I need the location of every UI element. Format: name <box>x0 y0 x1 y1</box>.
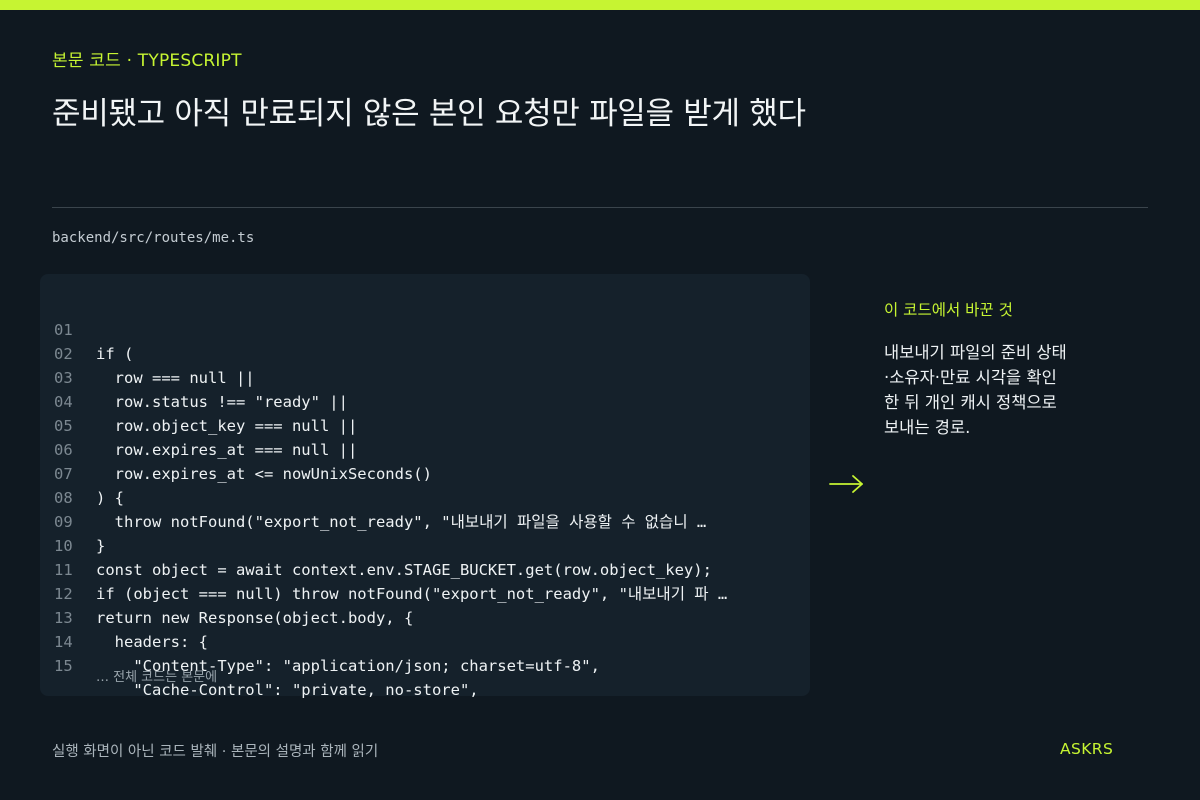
side-description-line: 한 뒤 개인 캐시 정책으로 <box>884 393 1057 412</box>
brand-logo-text: ASKRS <box>1060 740 1114 758</box>
line-number: 15 <box>54 657 73 675</box>
code-line: 14 "Content-Type": "application/json; ch… <box>40 606 810 675</box>
side-description-line: 보내는 경로. <box>884 418 971 437</box>
code-line: 10 const object = await context.env.STAG… <box>40 510 810 579</box>
code-line: 05 row.expires_at === null || <box>40 390 810 459</box>
code-line: 11 if (object === null) throw notFound("… <box>40 534 810 603</box>
code-line: 13 headers: { <box>40 582 810 651</box>
divider <box>52 207 1148 208</box>
code-line: 03 row.status !== "ready" || <box>40 342 810 411</box>
code-more-note: … 전체 코드는 본문에 <box>96 670 218 685</box>
side-description: 내보내기 파일의 준비 상태 ·소유자·만료 시각을 확인 한 뒤 개인 캐시 … <box>884 340 1124 440</box>
code-line: 09 } <box>40 486 810 555</box>
code-lines: 01 if ( 02 row === null || 03 row.status… <box>40 294 810 699</box>
section-eyebrow: 본문 코드 · TYPESCRIPT <box>52 51 242 71</box>
page-title: 준비됐고 아직 만료되지 않은 본인 요청만 파일을 받게 했다 <box>52 96 806 132</box>
file-path: backend/src/routes/me.ts <box>52 230 255 246</box>
code-line: 07 ) { <box>40 438 810 507</box>
side-description-line: 내보내기 파일의 준비 상태 <box>884 343 1067 362</box>
side-heading: 이 코드에서 바꾼 것 <box>884 301 1013 319</box>
code-line: 02 row === null || <box>40 318 810 387</box>
top-accent-bar <box>0 0 1200 10</box>
side-description-line: ·소유자·만료 시각을 확인 <box>884 368 1057 387</box>
code-line: 06 row.expires_at <= nowUnixSeconds() <box>40 414 810 483</box>
code-line: 01 if ( <box>40 294 810 363</box>
code-line: 08 throw notFound("export_not_ready", "내… <box>40 462 810 531</box>
code-line: 15 "Cache-Control": "private, no-store", <box>40 630 810 699</box>
code-line: 12 return new Response(object.body, { <box>40 558 810 627</box>
code-line: 04 row.object_key === null || <box>40 366 810 435</box>
arrow-right-icon <box>829 475 863 493</box>
footer-note: 실행 화면이 아닌 코드 발췌 · 본문의 설명과 함께 읽기 <box>52 744 379 760</box>
code-panel: 01 if ( 02 row === null || 03 row.status… <box>40 274 810 699</box>
